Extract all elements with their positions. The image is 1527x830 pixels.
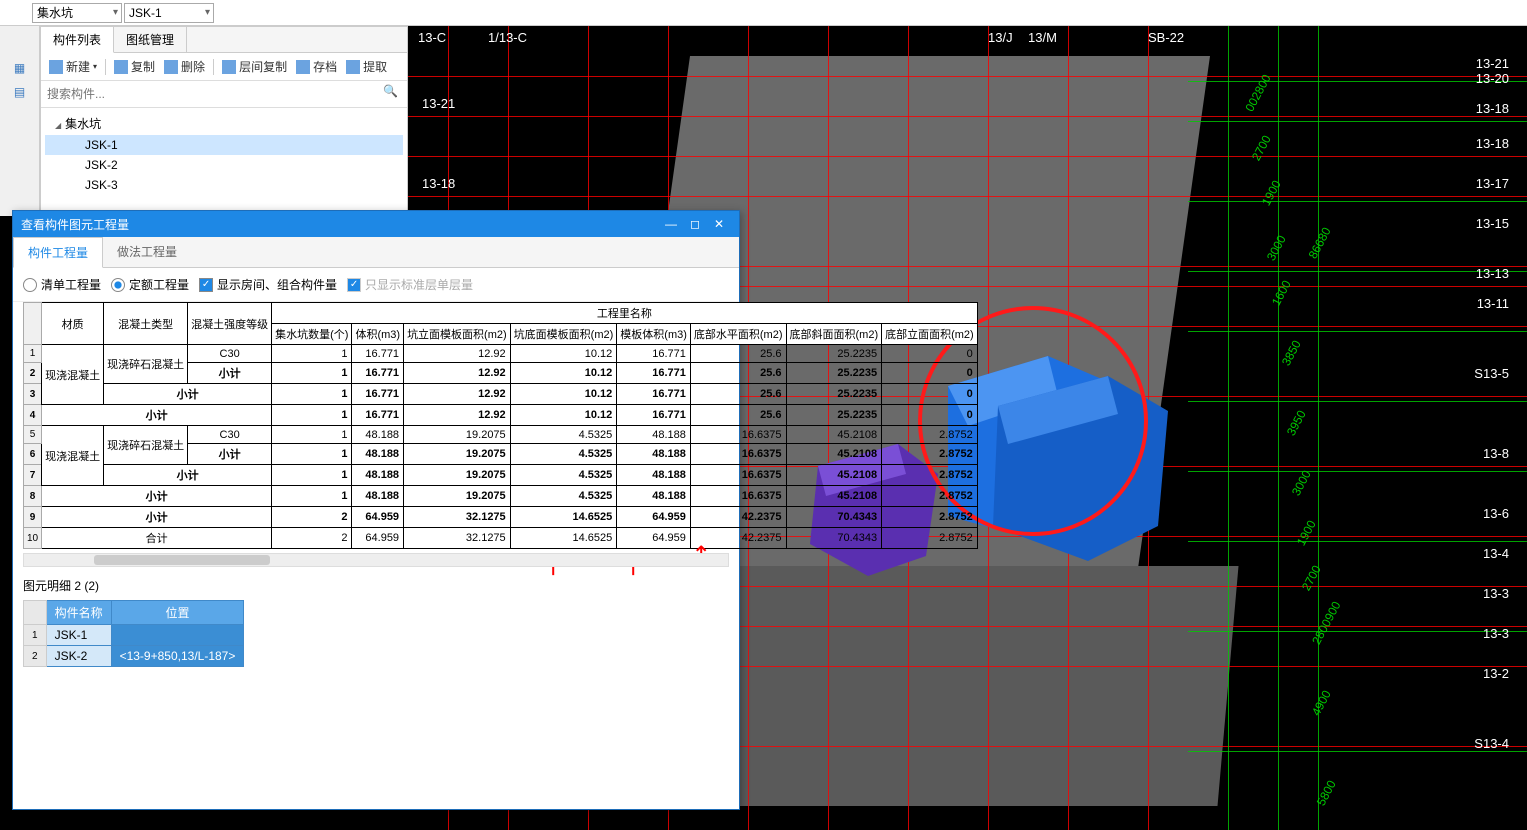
radio-quota-qty[interactable]: 定额工程量 bbox=[111, 276, 189, 293]
dimension-label: 1900 bbox=[1294, 518, 1319, 548]
dimension-label: 86680 bbox=[1306, 225, 1334, 261]
check-show-room[interactable]: 显示房间、组合构件量 bbox=[199, 276, 337, 293]
delete-button[interactable]: 删除 bbox=[160, 56, 209, 77]
view-icon-2[interactable]: ▤ bbox=[0, 80, 39, 104]
detail-row[interactable]: 2JSK-2<13-9+850,13/L-187> bbox=[24, 646, 244, 667]
quantity-table[interactable]: 材质混凝土类型混凝土强度等级工程里名称 集水坑数量(个)体积(m3)坑立面模板面… bbox=[23, 302, 978, 549]
axis-label: S13-4 bbox=[1474, 736, 1509, 751]
component-panel: 构件列表 图纸管理 新建▾ 复制 删除 层间复制 存档 提取 🔍 集水坑 JSK… bbox=[40, 26, 408, 216]
axis-label: 13-3 bbox=[1483, 586, 1509, 601]
dimension-label: 4900 bbox=[1309, 688, 1334, 718]
dimension-label: 3850 bbox=[1279, 338, 1304, 368]
tab-drawing-mgmt[interactable]: 图纸管理 bbox=[114, 27, 187, 52]
axis-label: 13-21 bbox=[422, 96, 455, 111]
axis-label: 13/M bbox=[1028, 30, 1057, 45]
axis-label: 13-18 bbox=[422, 176, 455, 191]
layer-copy-button[interactable]: 层间复制 bbox=[218, 56, 291, 77]
dimension-label: 2700 bbox=[1249, 133, 1274, 163]
dialog-title: 查看构件图元工程量 bbox=[21, 216, 659, 233]
top-toolbar: 集水坑 JSK-1 bbox=[0, 0, 1527, 26]
axis-label: 13-13 bbox=[1476, 266, 1509, 281]
axis-label: 13-11 bbox=[1477, 296, 1509, 311]
dimension-label: 3000 bbox=[1264, 233, 1289, 263]
axis-label: S13-5 bbox=[1474, 366, 1509, 381]
view-icon-1[interactable]: ▦ bbox=[0, 56, 39, 80]
axis-label: SB-22 bbox=[1148, 30, 1184, 45]
axis-label: 13-8 bbox=[1483, 446, 1509, 461]
dimension-label: 3000 bbox=[1289, 468, 1314, 498]
table-row[interactable]: 3小计116.77112.9210.1216.77125.625.22350 bbox=[24, 384, 978, 405]
maximize-icon[interactable]: ◻ bbox=[683, 217, 707, 231]
tab-component-qty[interactable]: 构件工程量 bbox=[13, 237, 103, 268]
table-row[interactable]: 9小计264.95932.127514.652564.95942.237570.… bbox=[24, 507, 978, 528]
tree-item-jsk2[interactable]: JSK-2 bbox=[45, 155, 403, 175]
minimize-icon[interactable]: — bbox=[659, 217, 683, 231]
tree-parent[interactable]: 集水坑 bbox=[45, 112, 403, 135]
dimension-label: 1900 bbox=[1259, 178, 1284, 208]
table-row[interactable]: 10合计264.95932.127514.652564.95942.237570… bbox=[24, 528, 978, 549]
component-tree: 集水坑 JSK-1 JSK-2 JSK-3 bbox=[41, 108, 407, 199]
dimension-label: 002800 bbox=[1242, 72, 1273, 114]
tree-item-jsk1[interactable]: JSK-1 bbox=[45, 135, 403, 155]
table-row[interactable]: 4小计116.77112.9210.1216.77125.625.22350 bbox=[24, 405, 978, 426]
component-dropdown[interactable]: JSK-1 bbox=[124, 3, 214, 23]
axis-label: 13-4 bbox=[1483, 546, 1509, 561]
tree-item-jsk3[interactable]: JSK-3 bbox=[45, 175, 403, 195]
axis-label: 1/13-C bbox=[488, 30, 527, 45]
axis-label: 13/J bbox=[988, 30, 1013, 45]
search-icon[interactable]: 🔍 bbox=[377, 84, 404, 104]
solid-blue-2 bbox=[968, 356, 1188, 576]
copy-button[interactable]: 复制 bbox=[110, 56, 159, 77]
dimension-label: 2800900 bbox=[1309, 599, 1343, 647]
tab-component-list[interactable]: 构件列表 bbox=[41, 27, 114, 53]
panel-toolbar: 新建▾ 复制 删除 层间复制 存档 提取 bbox=[41, 53, 407, 81]
tab-method-qty[interactable]: 做法工程量 bbox=[103, 237, 191, 267]
check-standard-only: 只显示标准层单层量 bbox=[347, 276, 473, 293]
detail-table[interactable]: 构件名称位置 1JSK-12JSK-2<13-9+850,13/L-187> bbox=[23, 600, 244, 667]
new-button[interactable]: 新建▾ bbox=[45, 56, 101, 77]
detail-row[interactable]: 1JSK-1 bbox=[24, 625, 244, 646]
quantity-dialog: 查看构件图元工程量 — ◻ ✕ 构件工程量 做法工程量 清单工程量 定额工程量 … bbox=[12, 210, 740, 810]
axis-label: 13-21 bbox=[1476, 56, 1509, 71]
panel-tabs: 构件列表 图纸管理 bbox=[41, 27, 407, 53]
axis-label: 13-18 bbox=[1476, 136, 1509, 151]
table-row[interactable]: 7小计148.18819.20754.532548.18816.637545.2… bbox=[24, 465, 978, 486]
radio-list-qty[interactable]: 清单工程量 bbox=[23, 276, 101, 293]
search-input[interactable] bbox=[44, 84, 377, 104]
options-row: 清单工程量 定额工程量 显示房间、组合构件量 只显示标准层单层量 bbox=[13, 268, 739, 302]
extract-button[interactable]: 提取 bbox=[342, 56, 391, 77]
axis-label: 13-18 bbox=[1476, 101, 1509, 116]
h-scrollbar[interactable] bbox=[23, 553, 729, 567]
category-dropdown[interactable]: 集水坑 bbox=[32, 3, 122, 23]
view-icon-column: ▦ ▤ bbox=[0, 26, 40, 216]
dialog-titlebar[interactable]: 查看构件图元工程量 — ◻ ✕ bbox=[13, 211, 739, 237]
axis-label: 13-20 bbox=[1476, 71, 1509, 86]
detail-title: 图元明细 2 (2) bbox=[13, 571, 739, 600]
axis-label: 13-15 bbox=[1476, 216, 1509, 231]
axis-label: 13-6 bbox=[1483, 506, 1509, 521]
archive-button[interactable]: 存档 bbox=[292, 56, 341, 77]
table-row[interactable]: 5现浇混凝土现浇碎石混凝土C30148.18819.20754.532548.1… bbox=[24, 426, 978, 444]
axis-label: 13-17 bbox=[1476, 176, 1509, 191]
table-row[interactable]: 8小计148.18819.20754.532548.18816.637545.2… bbox=[24, 486, 978, 507]
close-icon[interactable]: ✕ bbox=[707, 217, 731, 231]
axis-label: 13-3 bbox=[1483, 626, 1509, 641]
dimension-label: 1600 bbox=[1269, 278, 1294, 308]
dimension-label: 2700 bbox=[1299, 563, 1324, 593]
axis-label: 13-2 bbox=[1483, 666, 1509, 681]
table-row[interactable]: 1现浇混凝土现浇碎石混凝土C30116.77112.9210.1216.7712… bbox=[24, 345, 978, 363]
axis-label: 13-C bbox=[418, 30, 446, 45]
dimension-label: 3950 bbox=[1284, 408, 1309, 438]
